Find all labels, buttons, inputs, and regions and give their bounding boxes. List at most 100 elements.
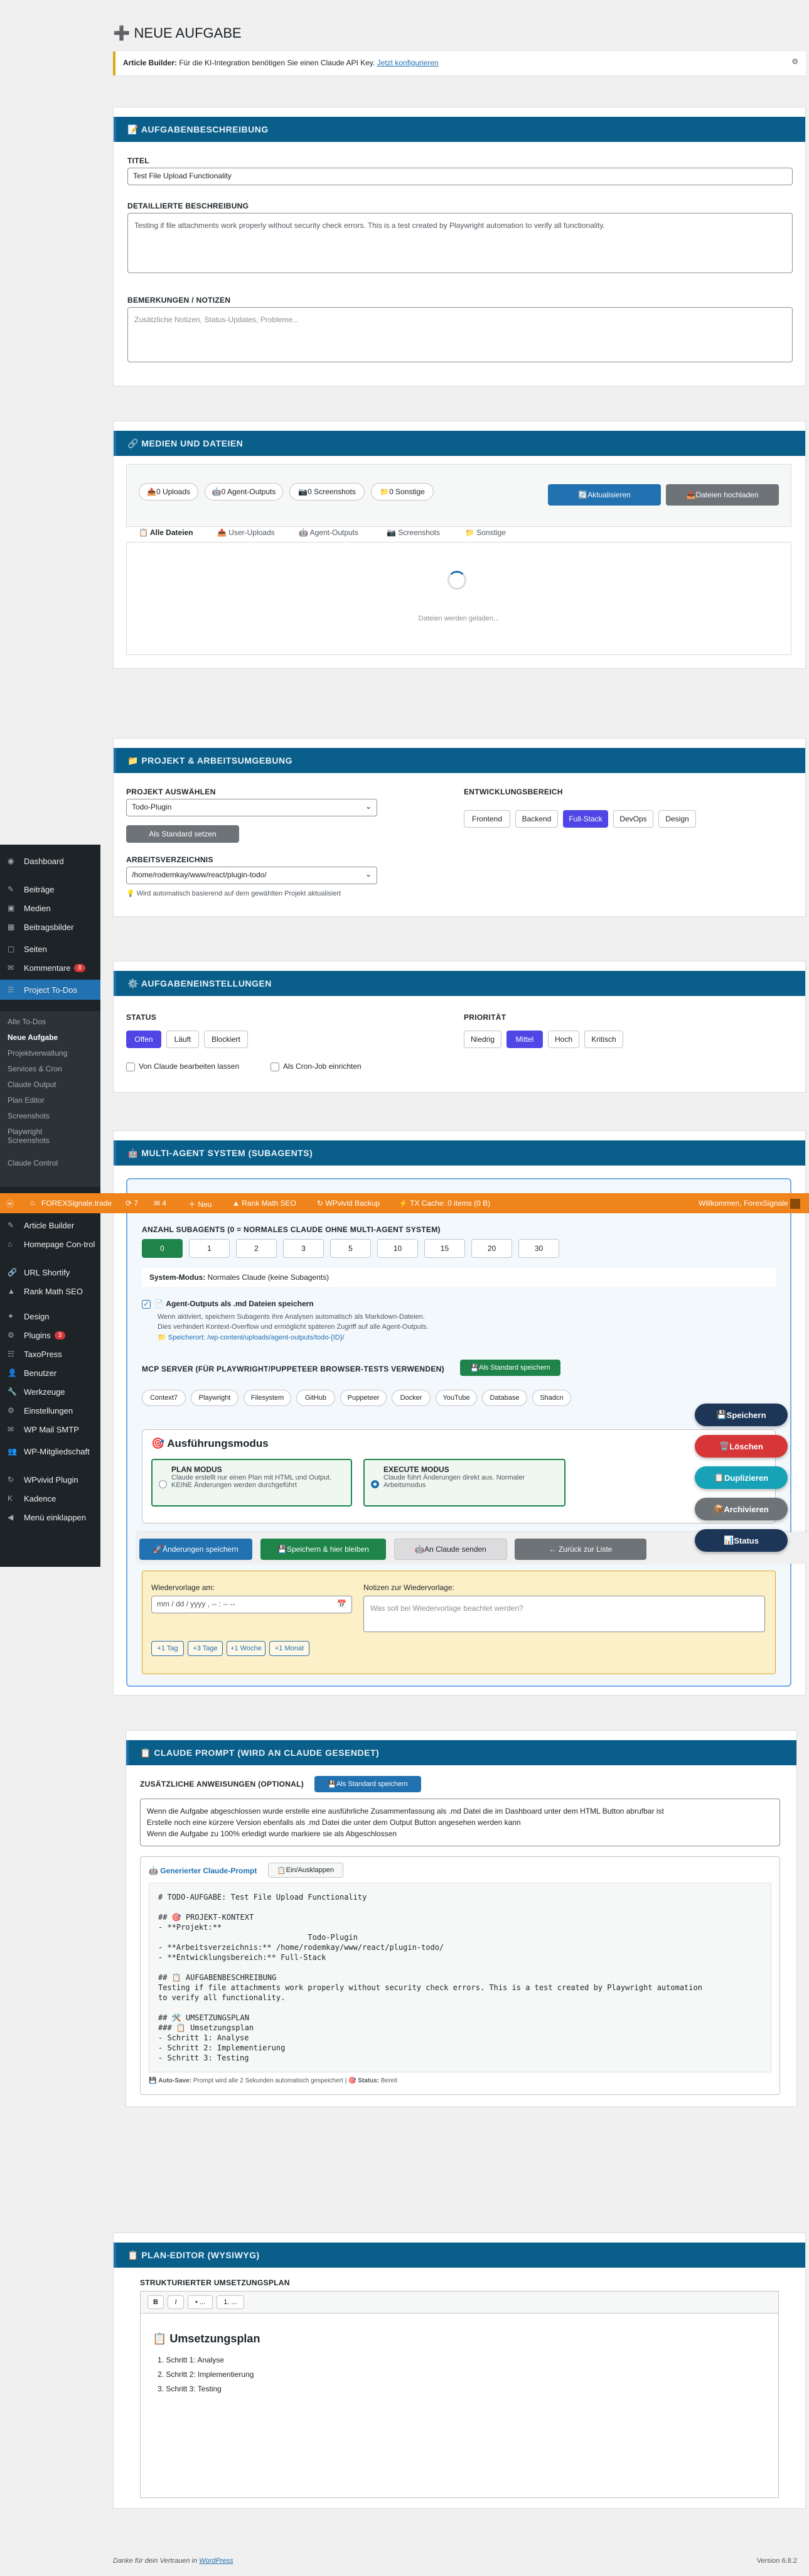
submenu-item[interactable]: Claude Control (8, 1159, 58, 1167)
submenu-item[interactable]: Claude Output (8, 1080, 56, 1089)
status-blocked[interactable]: Blockiert (204, 1031, 248, 1048)
mcp-youtube[interactable]: YouTube (436, 1390, 477, 1406)
radio-checked[interactable] (371, 1480, 379, 1488)
sidebar-item[interactable]: ▲ Rank Math SEO (0, 1281, 100, 1301)
sidebar-item[interactable]: 🔧 Werkzeuge (0, 1382, 100, 1402)
tab-other[interactable]: 📁 Sonstige (465, 528, 506, 537)
wordpress-icon[interactable]: ⓦ (6, 1198, 14, 1209)
calendar-icon[interactable]: 📅 (337, 1599, 346, 1608)
count-20[interactable]: 20 (471, 1239, 512, 1258)
additional-textarea[interactable]: Wenn die Aufgabe abgeschlossen wurde ers… (140, 1799, 780, 1846)
save-changes-button[interactable]: 🚀 Änderungen speichern (139, 1539, 252, 1560)
fab-save[interactable]: 💾 Speichern (695, 1404, 788, 1426)
count-0[interactable]: 0 (142, 1239, 183, 1258)
notes-textarea[interactable]: Zusätzliche Notizen, Status-Updates, Pro… (127, 307, 793, 362)
checkbox-checked[interactable]: ✓ (142, 1300, 151, 1309)
count-5[interactable]: 5 (330, 1239, 371, 1258)
count-1[interactable]: 1 (189, 1239, 230, 1258)
area-frontend[interactable]: Frontend (464, 810, 510, 828)
save-stay-button[interactable]: 💾 Speichern & hier bleiben (260, 1539, 386, 1560)
mcp-default-button[interactable]: 💾 Als Standard speichern (460, 1360, 560, 1376)
sidebar-item[interactable]: ✎ Article Builder (0, 1215, 100, 1235)
sidebar-item[interactable]: ↻ WPvivid Plugin (0, 1469, 100, 1490)
count-30[interactable]: 30 (518, 1239, 559, 1258)
submenu-item[interactable]: Neue Aufgabe (8, 1033, 58, 1042)
quick-1week[interactable]: +1 Woche (227, 1641, 265, 1656)
toggle-button[interactable]: 📋 Ein/Ausklappen (268, 1863, 343, 1878)
quick-1month[interactable]: +1 Monat (269, 1641, 309, 1656)
radio[interactable] (159, 1480, 167, 1488)
updates-counter[interactable]: ⟳ 7 (126, 1199, 138, 1208)
mcp-filesystem[interactable]: Filesystem (244, 1390, 291, 1406)
submenu-item[interactable]: Alle To-Dos (8, 1017, 46, 1026)
sidebar-item[interactable]: 👥 WP-Mitgliedschaft (0, 1441, 100, 1461)
sidebar-item[interactable]: ▢ Seiten (0, 939, 100, 959)
new-menu[interactable]: ＋ Neu (188, 1199, 212, 1210)
fab-delete[interactable]: 🗑️ Löschen (695, 1435, 788, 1458)
title-input[interactable]: Test File Upload Functionality (127, 168, 793, 185)
sidebar-item[interactable]: ⚙ Einstellungen (0, 1400, 100, 1421)
bullet-list-button[interactable]: • ... (188, 2295, 213, 2309)
sidebar-item[interactable]: ✉ WP Mail SMTP (0, 1419, 100, 1439)
bold-button[interactable]: B (147, 2295, 164, 2309)
rankmath-menu[interactable]: ▲ Rank Math SEO (232, 1199, 296, 1208)
quick-3days[interactable]: +3 Tage (188, 1641, 223, 1656)
numbered-list-button[interactable]: 1. ... (217, 2295, 244, 2309)
upload-button[interactable]: 📤 Dateien hochladen (666, 484, 779, 506)
user-menu[interactable]: Willkommen, ForexSignale (699, 1199, 800, 1209)
back-button[interactable]: ← Zurück zur Liste (515, 1539, 646, 1560)
area-fullstack[interactable]: Full-Stack (563, 810, 608, 828)
count-3[interactable]: 3 (283, 1239, 324, 1258)
sidebar-item[interactable]: 👤 Benutzer (0, 1363, 100, 1383)
sidebar-item[interactable]: ▦ Beitragsbilder (0, 917, 100, 937)
mcp-playwright[interactable]: Playwright (191, 1390, 238, 1406)
quick-1day[interactable]: +1 Tag (151, 1641, 184, 1656)
sidebar-item[interactable]: ▣ Medien (0, 898, 100, 918)
prio-high[interactable]: Hoch (548, 1031, 579, 1048)
sidebar-item[interactable]: ✉ Kommentare 8 (0, 958, 100, 978)
tab-user-uploads[interactable]: 📤 User-Uploads (217, 528, 275, 537)
comments-counter[interactable]: ✉ 4 (154, 1199, 166, 1208)
prio-critical[interactable]: Kritisch (584, 1031, 623, 1048)
refresh-button[interactable]: 🔄 Aktualisieren (548, 484, 661, 506)
wordpress-link[interactable]: WordPress (199, 2557, 233, 2565)
sidebar-item[interactable]: K Kadence (0, 1488, 100, 1508)
sidebar-item[interactable]: ◀ Menü einklappen (0, 1507, 100, 1527)
count-10[interactable]: 10 (377, 1239, 418, 1258)
sidebar-item[interactable]: ⚙ Plugins 3 (0, 1325, 100, 1345)
fab-duplicate[interactable]: 📋 Duplizieren (695, 1466, 788, 1489)
sidebar-item[interactable]: ✦ Design (0, 1306, 100, 1326)
settings-icon[interactable]: ⚙ (791, 57, 798, 66)
workdir-select[interactable]: /home/rodemkay/www/react/plugin-todo/⌄ (126, 867, 377, 884)
italic-button[interactable]: I (168, 2295, 184, 2309)
sidebar-item[interactable]: ⌂ Homepage Con-trol (0, 1234, 100, 1254)
area-design[interactable]: Design (658, 810, 696, 828)
prompt-default-button[interactable]: 💾 Als Standard speichern (314, 1776, 421, 1792)
sidebar-item[interactable]: 🔗 URL Shortify (0, 1262, 100, 1282)
resume-note-input[interactable]: Was soll bei Wiedervorlage beachtet werd… (363, 1596, 765, 1632)
area-backend[interactable]: Backend (515, 810, 558, 828)
cache-menu[interactable]: ⚡ TX Cache: 0 items (0 B) (399, 1199, 490, 1208)
submenu-item[interactable]: Projektverwaltung (8, 1049, 67, 1058)
tab-screenshots[interactable]: 📷 Screenshots (387, 528, 440, 537)
submenu-item[interactable]: Playwright Screenshots (8, 1127, 83, 1145)
count-2[interactable]: 2 (236, 1239, 277, 1258)
outputs-option[interactable]: ✓ 📄 Agent-Outputs als .md Dateien speiche… (142, 1299, 314, 1309)
fab-status[interactable]: 📊 Status (695, 1529, 788, 1552)
mcp-shadcn[interactable]: Shadcn (532, 1390, 571, 1406)
submenu-item[interactable]: Screenshots (8, 1112, 50, 1120)
sidebar-item[interactable]: ✎ Beiträge (0, 879, 100, 899)
mcp-puppeteer[interactable]: Puppeteer (340, 1390, 387, 1406)
fab-archive[interactable]: 📦 Archivieren (695, 1498, 788, 1520)
sidebar-item[interactable]: ☷ TaxoPress (0, 1344, 100, 1364)
set-default-button[interactable]: Als Standard setzen (126, 825, 239, 843)
checkbox[interactable] (271, 1062, 279, 1071)
send-claude-button[interactable]: 🤖 An Claude senden (394, 1539, 507, 1560)
detail-textarea[interactable]: Testing if file attachments work properl… (127, 213, 793, 273)
configure-link[interactable]: Jetzt konfigurieren (377, 58, 439, 67)
tab-all-files[interactable]: 📋 Alle Dateien (139, 528, 193, 543)
sidebar-item[interactable]: ☰ Project To-Dos (0, 980, 100, 1000)
execute-mode-option[interactable]: EXECUTE MODUS Claude führt Änderungen dir… (363, 1459, 565, 1507)
prio-low[interactable]: Niedrig (464, 1031, 501, 1048)
status-running[interactable]: Läuft (166, 1031, 199, 1048)
